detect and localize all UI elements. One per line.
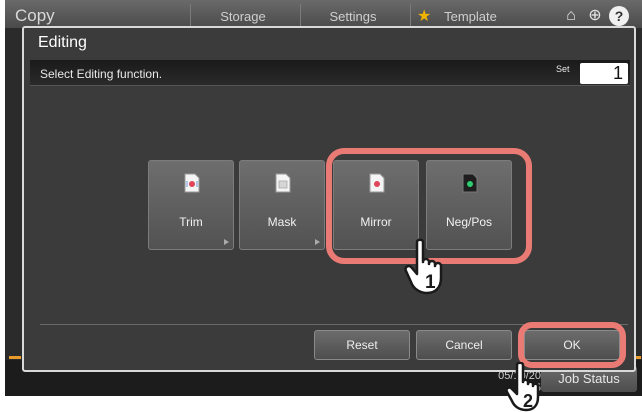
tab-settings[interactable]: Settings <box>300 4 405 28</box>
top-bar: Copy Storage Settings Template ★ ⌂ ⊕ ? <box>5 0 642 28</box>
trim-button[interactable]: Trim <box>148 160 234 250</box>
more-arrow-icon <box>315 239 320 245</box>
set-count-field: 1 <box>580 63 628 84</box>
star-icon: ★ <box>417 8 432 25</box>
callout-number-1: 1 <box>425 272 436 293</box>
pointer-hand-icon: 2 <box>505 362 540 412</box>
tab-storage[interactable]: Storage <box>190 4 295 28</box>
help-icon[interactable]: ? <box>609 6 629 26</box>
cancel-button[interactable]: Cancel <box>416 330 512 360</box>
message-bar: Select Editing function. Set 1 <box>30 60 630 86</box>
reset-button[interactable]: Reset <box>314 330 410 360</box>
trim-document-icon <box>184 173 200 193</box>
device-screen: Copy Storage Settings Template ★ ⌂ ⊕ ? 0… <box>5 0 642 396</box>
mask-button[interactable]: Mask <box>239 160 325 250</box>
set-label: Set <box>556 64 570 74</box>
mask-label: Mask <box>267 215 297 229</box>
dialog-title: Editing <box>38 34 87 51</box>
editing-dialog: Editing Select Editing function. Set 1 T… <box>22 26 636 372</box>
mask-document-icon <box>275 173 291 193</box>
instruction-text: Select Editing function. <box>40 67 163 81</box>
trim-label: Trim <box>179 215 203 229</box>
more-arrow-icon <box>224 239 229 245</box>
template-label: Template <box>444 9 497 24</box>
callout-number-2: 2 <box>523 391 533 411</box>
pointer-hand-icon: 1 <box>404 238 443 295</box>
home-icon[interactable]: ⌂ <box>561 6 581 26</box>
globe-icon[interactable]: ⊕ <box>585 6 605 26</box>
app-title: Copy <box>15 6 55 25</box>
accent-bar-left <box>9 356 21 359</box>
